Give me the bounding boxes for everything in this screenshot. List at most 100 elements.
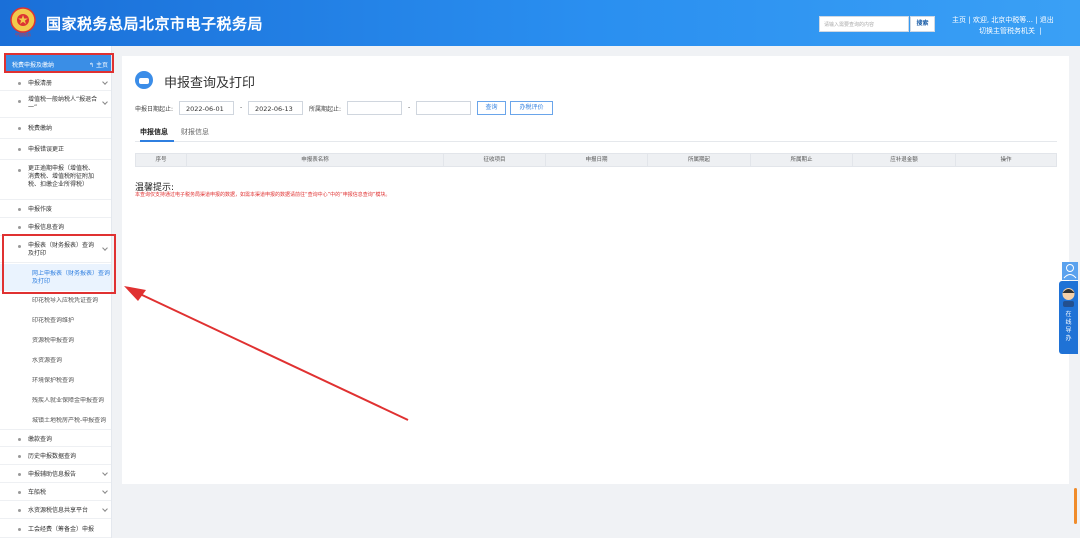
tab-report-info[interactable]: 财报信息 bbox=[181, 127, 209, 137]
date-start-input[interactable]: 2022-06-01 bbox=[179, 101, 234, 115]
date-end-input[interactable]: 2022-06-13 bbox=[248, 101, 303, 115]
sidebar-subitem-stamp-maintain[interactable]: 印花税查询维护 bbox=[0, 311, 111, 331]
sidebar-item-aux-report[interactable]: 申报辅助信息报告 bbox=[0, 465, 111, 483]
online-help-button[interactable]: 在线导办 bbox=[1059, 281, 1078, 354]
sidebar-item-water-platform[interactable]: 水资源税信息共享平台 bbox=[0, 501, 111, 519]
table-header-cell: 序号 bbox=[136, 154, 187, 166]
table-header-cell: 应补退金额 bbox=[853, 154, 956, 166]
tab-divider bbox=[135, 141, 1057, 142]
period-separator: - bbox=[408, 104, 411, 111]
sidebar-item-payment-query[interactable]: 缴款查询 bbox=[0, 429, 111, 447]
sidebar-item-label: 工会经费（筹备金）申报 bbox=[28, 526, 95, 533]
main-panel: 申报查询及打印 申报日期起止: 2022-06-01 - 2022-06-13 … bbox=[122, 56, 1069, 484]
sidebar-item-label: 申报作废 bbox=[28, 206, 53, 213]
bullet-icon bbox=[18, 509, 21, 512]
bullet-icon bbox=[18, 226, 21, 229]
top-header: 中国税务 国家税务总局北京市电子税务局 请输入需要查询的内容 搜索 主页 | 欢… bbox=[0, 0, 1080, 46]
sidebar-subitem-land-property-tax[interactable]: 城镇土地税房产税-申报查询 bbox=[0, 411, 111, 431]
chevron-down-icon bbox=[102, 99, 108, 105]
separator-text: | bbox=[1037, 27, 1042, 35]
sidebar-subitem-stamp-import[interactable]: 印花税导入应税凭证查询 bbox=[0, 291, 111, 311]
sidebar-subitem-disability-fund[interactable]: 残疾人就业保障金申报查询 bbox=[0, 391, 111, 411]
sidebar-subitem-label: 城镇土地税房产税-申报查询 bbox=[32, 417, 107, 424]
sidebar-item-label: 增值税一般纳税人“报退合一” bbox=[28, 96, 98, 111]
chevron-down-icon bbox=[102, 506, 108, 512]
tip-text: 本查询仅支持通过电子税务局渠道申报的数据，如需本渠道申报的数据请前往“查询中心”… bbox=[135, 192, 391, 198]
chat-bubble-icon bbox=[135, 71, 153, 89]
sidebar-subitem-label: 水资源查询 bbox=[32, 357, 63, 364]
bullet-icon bbox=[18, 82, 21, 85]
tab-declare-info[interactable]: 申报信息 bbox=[140, 127, 168, 137]
sidebar-subitem-environmental-tax[interactable]: 环境保护税查询 bbox=[0, 371, 111, 391]
sidebar-item-label: 历史申报数据查询 bbox=[28, 453, 77, 460]
rating-button[interactable]: 办税评价 bbox=[510, 101, 553, 115]
sidebar-item-error-correction[interactable]: 申报错误更正 bbox=[0, 139, 111, 160]
site-title: 国家税务总局北京市电子税务局 bbox=[46, 15, 264, 33]
sidebar-subitem-label: 资源税申报查询 bbox=[32, 337, 75, 344]
sidebar-item-void-declaration[interactable]: 申报作废 bbox=[0, 200, 111, 218]
sidebar-item-tax-payment[interactable]: 税费缴纳 bbox=[0, 118, 111, 139]
header-links: 主页 | 欢迎, 北京中税等... | 退出 bbox=[952, 15, 1054, 25]
page-title: 申报查询及打印 bbox=[164, 76, 256, 91]
bullet-icon bbox=[18, 528, 21, 531]
table-header-cell: 申报表名称 bbox=[187, 154, 444, 166]
scroll-indicator[interactable] bbox=[1074, 488, 1077, 524]
sidebar-item-union-fee[interactable]: 工会经费（筹备金）申报 bbox=[0, 519, 111, 538]
sidebar-item-history-query[interactable]: 历史申报数据查询 bbox=[0, 447, 111, 465]
chevron-down-icon bbox=[102, 79, 108, 85]
bullet-icon bbox=[18, 127, 21, 130]
switch-org-link[interactable]: 切换主管税务机关 bbox=[979, 27, 1035, 35]
sidebar-item-vat-combined[interactable]: 增值税一般纳税人“报退合一” bbox=[0, 91, 111, 118]
table-header-cell: 申报日期 bbox=[546, 154, 648, 166]
sidebar-item-overdue-correction[interactable]: 更正逾期申报（增值税、消费税、增值税附征附加税、扣缴企业所得税） bbox=[0, 160, 111, 200]
sidebar-item-label: 水资源税信息共享平台 bbox=[28, 507, 89, 514]
sidebar-subitem-label: 印花税导入应税凭证查询 bbox=[32, 297, 99, 304]
query-button[interactable]: 查询 bbox=[477, 101, 506, 115]
annotation-box bbox=[2, 234, 116, 294]
user-icon bbox=[1063, 264, 1077, 279]
period-range-label: 所属期起止: bbox=[309, 106, 342, 113]
period-start-input[interactable] bbox=[347, 101, 402, 115]
table-header-cell: 操作 bbox=[1000, 157, 1012, 163]
header-links-row2: 切换主管税务机关 | bbox=[979, 26, 1042, 36]
home-link[interactable]: 主页 bbox=[952, 16, 966, 24]
search-input[interactable]: 请输入需要查询的内容 bbox=[819, 16, 909, 32]
table-header-cell: 征收项目 bbox=[444, 154, 546, 166]
user-float-icon[interactable] bbox=[1062, 262, 1078, 280]
bullet-icon bbox=[18, 438, 21, 441]
date-range-label: 申报日期起止: bbox=[135, 106, 174, 113]
bullet-icon bbox=[18, 473, 21, 476]
chevron-down-icon bbox=[102, 488, 108, 494]
search-button[interactable]: 搜索 bbox=[910, 16, 935, 32]
bullet-icon bbox=[18, 100, 21, 103]
sidebar-item-declare-list[interactable]: 申报清册 bbox=[0, 75, 111, 91]
date-separator: - bbox=[240, 104, 243, 111]
sidebar-item-label: 申报辅助信息报告 bbox=[28, 471, 77, 478]
sidebar-item-label: 申报信息查询 bbox=[28, 224, 65, 231]
agent-avatar-icon bbox=[1062, 288, 1075, 307]
sidebar-subitem-resource-tax[interactable]: 资源税申报查询 bbox=[0, 331, 111, 351]
sidebar-item-vehicle-tax[interactable]: 车船税 bbox=[0, 483, 111, 501]
sidebar-item-label: 更正逾期申报（增值税、消费税、增值税附征附加税、扣缴企业所得税） bbox=[28, 165, 95, 188]
bullet-icon bbox=[18, 208, 21, 211]
sidebar-subitem-label: 环境保护税查询 bbox=[32, 377, 75, 384]
sidebar-item-label: 车船税 bbox=[28, 489, 47, 496]
logo-text: 中国税务 bbox=[15, 31, 31, 37]
sidebar-subitem-label: 印花税查询维护 bbox=[32, 317, 75, 324]
sidebar-subitem-label: 残疾人就业保障金申报查询 bbox=[32, 397, 105, 404]
bullet-icon bbox=[18, 455, 21, 458]
tax-emblem-icon: 中国税务 bbox=[10, 7, 36, 37]
bullet-icon bbox=[18, 148, 21, 151]
logout-link[interactable]: 退出 bbox=[1040, 16, 1054, 24]
sidebar-item-label: 缴款查询 bbox=[28, 436, 53, 443]
tab-active-indicator bbox=[140, 140, 174, 142]
welcome-text: 欢迎, 北京中税等... bbox=[972, 16, 1033, 24]
period-end-input[interactable] bbox=[416, 101, 471, 115]
sidebar-item-label: 申报错误更正 bbox=[28, 146, 65, 153]
annotation-box bbox=[4, 53, 114, 73]
sidebar-subitem-water-resource[interactable]: 水资源查询 bbox=[0, 351, 111, 371]
bullet-icon bbox=[18, 491, 21, 494]
table-header: 序号 申报表名称 征收项目 申报日期 所属期起 所属期止 应补退金额 操作 bbox=[135, 153, 1057, 167]
sidebar-item-label: 申报清册 bbox=[28, 80, 53, 87]
chevron-down-icon bbox=[102, 470, 108, 476]
